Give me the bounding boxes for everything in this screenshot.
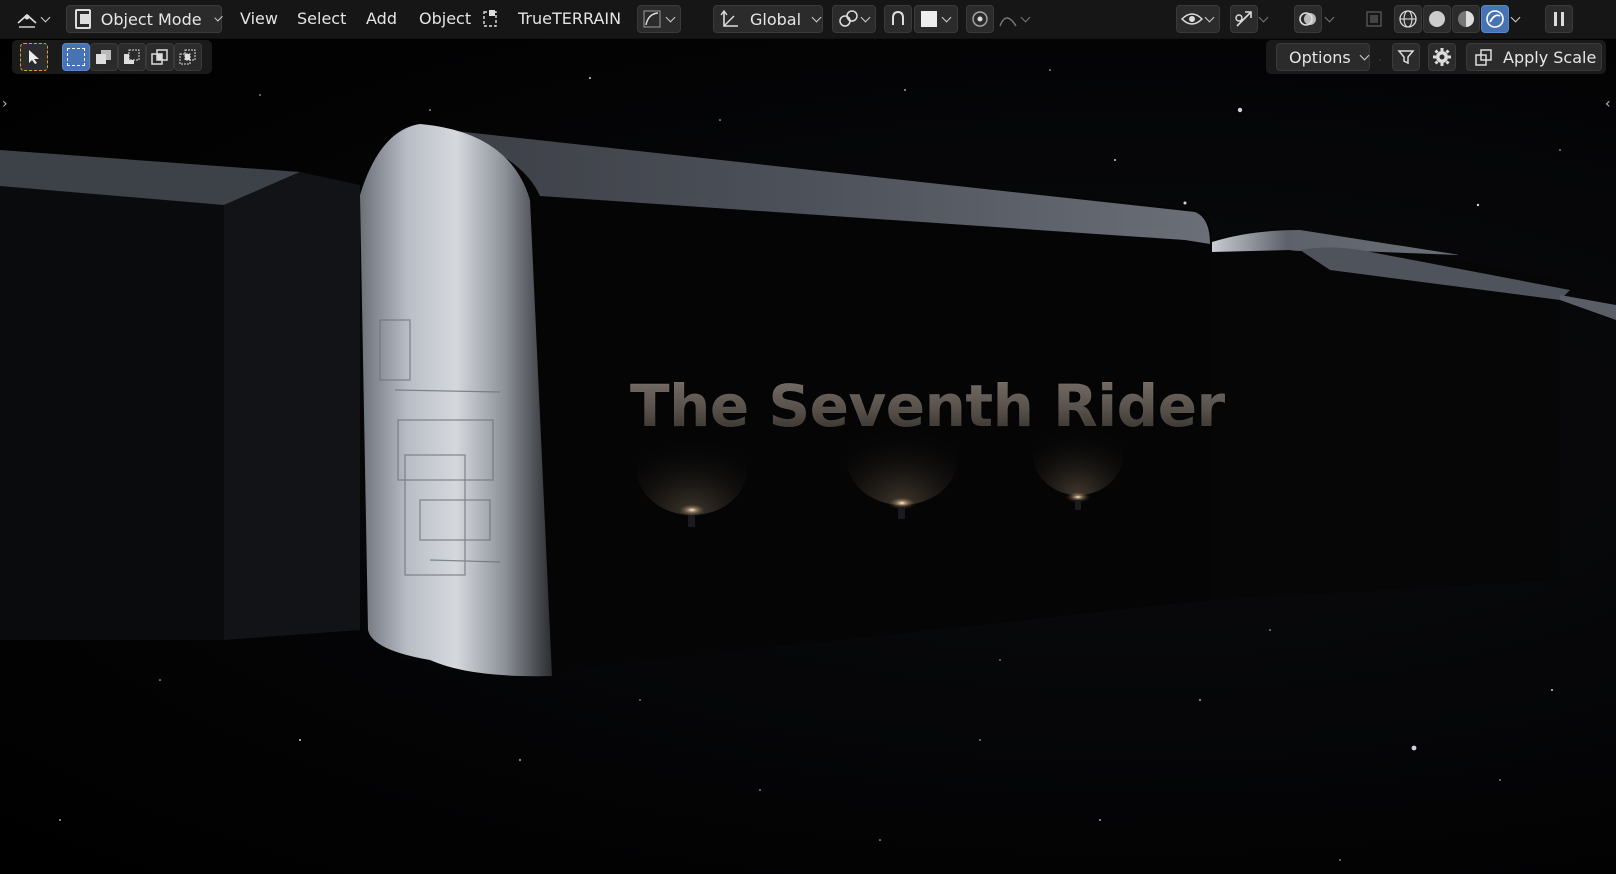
cursor-arrow-icon bbox=[29, 50, 39, 64]
overlays-button[interactable] bbox=[1294, 5, 1322, 33]
pause-icon bbox=[1554, 12, 1564, 26]
select-invert-icon bbox=[151, 49, 168, 65]
hull-decal-text: The Seventh Rider bbox=[630, 372, 1225, 440]
orientation-label: Global bbox=[750, 9, 802, 29]
proportional-editing-icon bbox=[972, 11, 988, 27]
transform-orientation-selector[interactable]: Global bbox=[713, 5, 823, 33]
filter-button[interactable] bbox=[1392, 43, 1420, 71]
snap-target-button[interactable] bbox=[914, 5, 958, 33]
xray-toggle[interactable] bbox=[1360, 5, 1388, 33]
mode-label: Object Mode bbox=[100, 9, 202, 29]
menu-add[interactable]: Add bbox=[366, 9, 397, 28]
shading-material-button[interactable] bbox=[1452, 5, 1480, 33]
apply-scale-button[interactable]: Apply Scale bbox=[1466, 43, 1602, 71]
options-label: Options bbox=[1289, 47, 1351, 67]
tool-options-group: Options Apply Scale bbox=[1266, 40, 1606, 74]
3d-viewport[interactable]: The Seventh Rider bbox=[0, 0, 1616, 874]
rendered-sphere-icon bbox=[1486, 10, 1504, 28]
xray-icon bbox=[1366, 11, 1382, 27]
sidebar-toggle-arrow[interactable]: ‹ bbox=[1605, 96, 1611, 112]
select-mode-new-button[interactable] bbox=[62, 43, 90, 71]
orientation-axes-icon bbox=[720, 9, 738, 27]
gizmo-dropdown[interactable] bbox=[1258, 5, 1278, 33]
gizmo-button[interactable] bbox=[1230, 5, 1258, 33]
select-mode-extend-button[interactable] bbox=[90, 43, 118, 71]
object-mode-icon bbox=[75, 9, 91, 29]
trueterrain-icon[interactable] bbox=[481, 5, 505, 33]
curve-icon bbox=[643, 10, 661, 28]
menu-select[interactable]: Select bbox=[297, 9, 346, 28]
select-intersect-icon bbox=[179, 49, 196, 65]
select-new-icon bbox=[67, 48, 85, 66]
snap-curve-button[interactable] bbox=[637, 5, 681, 33]
editor-type-button[interactable] bbox=[16, 5, 56, 33]
options-dropdown[interactable]: Options bbox=[1276, 43, 1370, 71]
shading-wireframe-button[interactable] bbox=[1394, 5, 1422, 33]
viewport-header: Object Mode View Select Add Object TrueT… bbox=[0, 0, 1616, 39]
pivot-link-icon bbox=[839, 10, 858, 27]
select-mode-invert-button[interactable] bbox=[146, 43, 174, 71]
scale-icon bbox=[1475, 49, 1492, 66]
snap-square-icon bbox=[921, 11, 937, 27]
select-mode-intersect-button[interactable] bbox=[174, 43, 202, 71]
mode-selector[interactable]: Object Mode bbox=[66, 5, 223, 33]
apply-scale-label: Apply Scale bbox=[1503, 47, 1597, 67]
select-mode-subtract-button[interactable] bbox=[118, 43, 146, 71]
solid-sphere-icon bbox=[1429, 11, 1445, 27]
gear-icon bbox=[1433, 48, 1451, 66]
funnel-icon bbox=[1397, 50, 1415, 65]
active-tool-button[interactable] bbox=[20, 43, 48, 71]
magnet-icon bbox=[892, 10, 904, 25]
falloff-curve-icon bbox=[999, 17, 1017, 27]
settings-button[interactable] bbox=[1428, 43, 1456, 71]
proportional-editing-button[interactable] bbox=[966, 5, 994, 33]
snap-toggle-button[interactable] bbox=[884, 5, 912, 33]
material-sphere-icon bbox=[1458, 11, 1474, 27]
pivot-point-button[interactable] bbox=[832, 5, 876, 33]
eye-icon bbox=[1181, 13, 1203, 25]
shading-rendered-button[interactable] bbox=[1481, 5, 1509, 33]
overlays-dropdown[interactable] bbox=[1324, 5, 1344, 33]
falloff-button[interactable] bbox=[998, 5, 1038, 33]
wireframe-sphere-icon bbox=[1399, 10, 1417, 28]
menu-object[interactable]: Object bbox=[419, 9, 471, 28]
select-subtract-icon bbox=[124, 49, 140, 64]
toolbar-toggle-arrow[interactable]: › bbox=[2, 96, 8, 112]
menu-view[interactable]: View bbox=[240, 9, 278, 28]
select-extend-icon bbox=[96, 50, 111, 64]
overlays-icon bbox=[1299, 12, 1316, 26]
menu-trueterrain[interactable]: TrueTERRAIN bbox=[518, 9, 621, 28]
gizmo-icon bbox=[1235, 11, 1252, 27]
pause-render-button[interactable] bbox=[1545, 5, 1573, 33]
shading-solid-button[interactable] bbox=[1423, 5, 1451, 33]
shading-dropdown[interactable] bbox=[1510, 5, 1530, 33]
visibility-button[interactable] bbox=[1176, 5, 1220, 33]
editor-type-icon bbox=[17, 13, 37, 28]
select-tool-group bbox=[12, 40, 212, 74]
